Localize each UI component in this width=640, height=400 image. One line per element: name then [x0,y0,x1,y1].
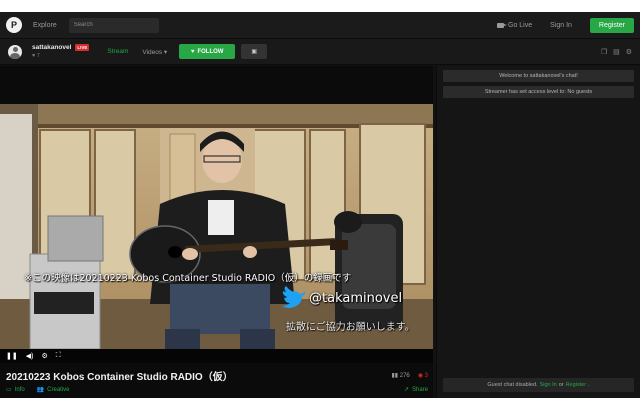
settings-gear-icon[interactable]: ⚙ [626,48,632,56]
avatar[interactable] [8,44,22,59]
picarto-logo-icon[interactable]: P [6,17,22,33]
nav-explore-link[interactable]: Explore [33,22,57,29]
tab-stream[interactable]: Stream [107,48,128,55]
tab-videos[interactable]: Videos ▾ [142,48,167,56]
stream-stats: ▮▮ 276 ◉ 3 [391,372,428,379]
channel-name-row: sattakanovel LIVE [32,44,90,51]
register-button[interactable]: Register [589,17,634,33]
chat-panel: Welcome to sattakanovel's chat! Streamer… [436,66,640,398]
like-count-value: 3 [424,373,428,379]
chat-period-text: . [588,382,590,388]
gift-icon: ▣ [251,49,258,55]
like-count: ◉ 3 [418,372,428,379]
volume-icon[interactable]: ◀) [26,352,34,360]
info-icon: ▭ [6,387,12,393]
channel-name[interactable]: sattakanovel [32,44,71,51]
video-handle-overlay: @takaminovel [309,291,403,306]
viewer-count-value: 276 [399,373,410,379]
category-label: Creative [47,386,70,393]
follower-count: ♥ 7 [32,53,40,59]
chat-register-link[interactable]: Register [566,382,586,388]
follow-button[interactable]: ♥ FOLLOW [179,44,236,59]
share-button[interactable]: ↗ Share [403,386,428,394]
top-nav: P Explore Go Live Sign In Register [0,12,640,39]
nav-right: Go Live Sign In Register [497,17,634,33]
chat-footer: Guest chat disabled. Sign In or Register… [443,378,634,392]
live-badge: LIVE [75,44,90,51]
video-caption-overlay: ※この映像は20210223 Kobos Container Studio RA… [24,273,352,284]
go-live-label: Go Live [508,21,533,29]
eye-icon: ◉ [417,373,425,379]
video-player[interactable]: ※この映像は20210223 Kobos Container Studio RA… [0,66,433,398]
heart-icon: ♥ [190,48,195,55]
stream-title-row: 20210223 Kobos Container Studio RADIO（仮）… [6,368,428,383]
info-label: Info [14,386,25,393]
video-frame[interactable]: ※この映像は20210223 Kobos Container Studio RA… [0,104,433,349]
chat-sign-in-link[interactable]: Sign In [540,382,557,388]
chat-disabled-text: Guest chat disabled. [487,382,538,388]
stream-meta-row: ▭ Info 👥 Creative ↗ Share [6,386,428,394]
chat-toggle-icon[interactable]: ▤ [613,48,620,56]
go-live-button[interactable]: Go Live [497,22,532,29]
share-icon: ↗ [403,387,409,393]
camera-icon [497,22,507,28]
main-area: ※この映像は20210223 Kobos Container Studio RA… [0,66,640,398]
channel-info: sattakanovel LIVE ♥ 7 [32,44,90,59]
people-icon: 👥 [36,387,45,393]
fullscreen-icon[interactable]: ⛶ [56,352,61,360]
pause-icon[interactable]: ❚❚ [6,352,18,360]
popout-chat-icon[interactable]: ❐ [601,48,607,56]
channel-bar: sattakanovel LIVE ♥ 7 Stream Videos ▾ ♥ … [0,39,640,65]
info-tab[interactable]: ▭ Info [6,386,25,394]
viewer-count: ▮▮ 276 [391,372,409,379]
viewers-icon: ▮▮ [391,373,400,379]
chat-access-notice: Streamer has set access level to: No gue… [443,86,634,98]
video-request-overlay: 拡散にご協力お願いします。 [286,322,415,333]
follow-label: FOLLOW [197,48,224,55]
chat-or-text: or [558,382,564,388]
channel-bar-icons: ❐ ▤ ⚙ [601,48,632,56]
video-scene-illustration [0,104,433,349]
stream-title: 20210223 Kobos Container Studio RADIO（仮） [6,372,233,383]
sign-in-link[interactable]: Sign In [550,22,572,29]
category-link[interactable]: 👥 Creative [36,386,70,394]
gift-button[interactable]: ▣ [241,44,268,59]
app-window: P Explore Go Live Sign In Register satta… [0,12,640,398]
share-label: Share [411,386,428,393]
player-controls: ❚❚ ◀) ⚙ ⛶ [0,349,433,363]
chat-welcome-notice: Welcome to sattakanovel's chat! [443,70,634,82]
search-input[interactable] [68,17,159,33]
player-settings-icon[interactable]: ⚙ [41,352,47,360]
